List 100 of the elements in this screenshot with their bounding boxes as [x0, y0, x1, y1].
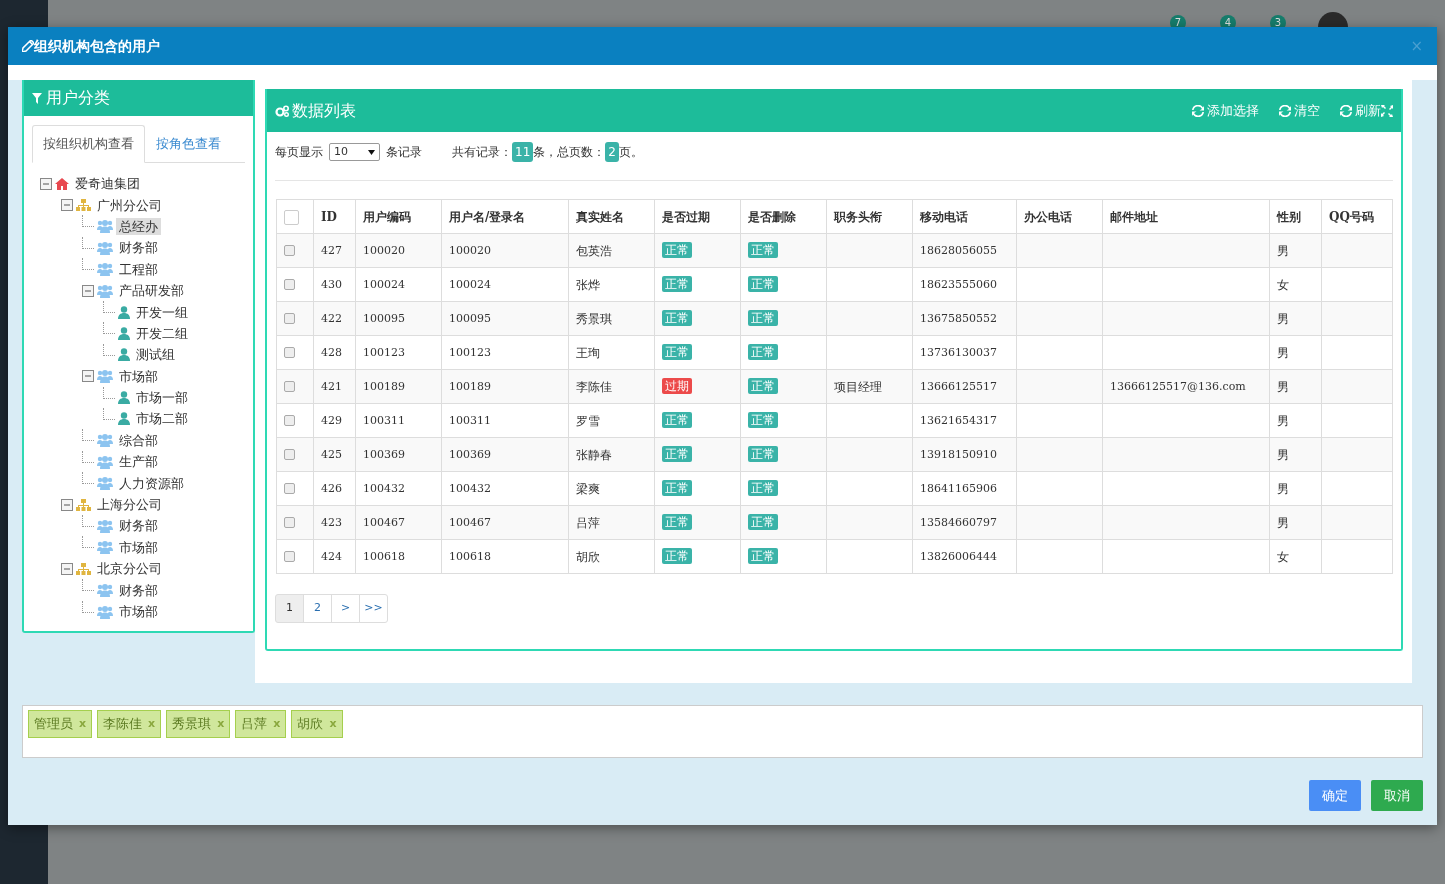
table-cell: 428	[313, 335, 356, 370]
tree-node[interactable]: 生产部	[116, 453, 161, 471]
column-header: QQ号码	[1321, 199, 1393, 234]
page-link[interactable]: 2	[303, 594, 332, 623]
tree-node[interactable]: 北京分公司	[94, 560, 165, 578]
row-checkbox[interactable]	[284, 245, 295, 256]
collapse-toggle-icon[interactable]	[82, 370, 94, 383]
tag-label: 胡欣	[297, 715, 324, 734]
table-cell: 张静春	[568, 437, 655, 472]
table-cell: 罗雪	[568, 403, 655, 438]
row-checkbox[interactable]	[284, 313, 295, 324]
tree-node[interactable]: 综合部	[116, 431, 161, 449]
refresh-icon	[1340, 104, 1352, 117]
tree-node[interactable]: 开发二组	[133, 324, 191, 342]
table-cell: 男	[1269, 403, 1322, 438]
table-cell: 男	[1269, 505, 1322, 540]
tree-node[interactable]: 财务部	[116, 581, 161, 599]
pencil-icon	[22, 40, 34, 52]
user-icon	[118, 391, 130, 405]
page-size-select[interactable]: 10	[329, 143, 380, 161]
table-cell: 13736130037	[912, 335, 1017, 370]
tree-node[interactable]: 总经办	[116, 217, 161, 235]
table-cell: 秀景琪	[568, 301, 655, 336]
filter-icon	[32, 92, 42, 104]
tree-node[interactable]: 工程部	[116, 260, 161, 278]
table-cell: 422	[313, 301, 356, 336]
row-checkbox[interactable]	[284, 381, 295, 392]
tree-node[interactable]: 人力资源部	[116, 474, 187, 492]
user-icon	[118, 326, 130, 340]
tree-node[interactable]: 财务部	[116, 239, 161, 257]
refresh-icon	[1192, 104, 1204, 117]
row-checkbox[interactable]	[284, 551, 295, 562]
status-badge: 正常	[662, 548, 692, 564]
column-header: 职务头衔	[826, 199, 913, 234]
tree-node[interactable]: 市场部	[116, 603, 161, 620]
table-cell: 男	[1269, 437, 1322, 472]
status-badge: 正常	[748, 548, 778, 564]
tree-node[interactable]: 财务部	[116, 517, 161, 535]
tag-label: 秀景琪	[172, 715, 212, 734]
row-checkbox[interactable]	[284, 279, 295, 290]
tree-node[interactable]: 开发一组	[133, 303, 191, 321]
users-icon	[97, 604, 113, 619]
pages-suffix: 页。	[618, 144, 643, 161]
page-link[interactable]: >	[331, 594, 360, 623]
row-checkbox[interactable]	[284, 415, 295, 426]
row-checkbox[interactable]	[284, 449, 295, 460]
users-icon	[97, 540, 113, 555]
collapse-toggle-icon[interactable]	[61, 199, 73, 212]
table-cell: 100369	[355, 437, 442, 472]
table-cell: 13675850552	[912, 301, 1017, 336]
collapse-toggle-icon[interactable]	[61, 562, 73, 575]
table-cell: 13826006444	[912, 539, 1017, 574]
tree-node[interactable]: 市场一部	[133, 389, 191, 407]
users-icon	[97, 433, 113, 448]
tag-label: 吕萍	[241, 715, 268, 734]
tree-node[interactable]: 广州分公司	[94, 196, 165, 214]
tab[interactable]: 按角色查看	[145, 125, 232, 163]
column-header: 性别	[1269, 199, 1322, 234]
table-cell: 421	[313, 369, 356, 404]
status-badge: 正常	[662, 480, 692, 496]
page-link[interactable]: 1	[275, 594, 304, 623]
collapse-toggle-icon[interactable]	[40, 177, 52, 190]
tree-node[interactable]: 市场部	[116, 538, 161, 556]
tab[interactable]: 按组织机构查看	[32, 125, 145, 163]
tree-node[interactable]: 爱奇迪集团	[72, 175, 143, 193]
status-badge: 正常	[748, 276, 778, 292]
status-badge: 正常	[748, 480, 778, 496]
pages-label: 条，总页数：	[533, 144, 606, 161]
table-cell: 李陈佳	[568, 369, 655, 404]
table-cell: 胡欣	[568, 539, 655, 574]
table-cell: 427	[313, 233, 356, 268]
table-cell: 100432	[355, 471, 442, 506]
row-checkbox[interactable]	[284, 483, 295, 494]
status-badge: 正常	[662, 344, 692, 360]
refresh-icon	[1279, 104, 1291, 117]
tree-node[interactable]: 产品研发部	[116, 282, 187, 300]
tree-node[interactable]: 市场部	[116, 367, 161, 385]
row-checkbox[interactable]	[284, 347, 295, 358]
table-cell: 100432	[441, 471, 569, 506]
record-count: 11	[512, 142, 534, 162]
fullscreen-icon[interactable]	[1381, 104, 1393, 117]
users-icon	[97, 369, 113, 384]
table-cell: 100369	[441, 437, 569, 472]
collapse-toggle-icon[interactable]	[82, 284, 94, 297]
status-badge: 正常	[748, 514, 778, 530]
tree-node[interactable]: 市场二部	[133, 410, 191, 428]
column-header: 是否过期	[654, 199, 741, 234]
row-checkbox[interactable]	[284, 517, 295, 528]
status-badge: 正常	[662, 242, 692, 258]
status-badge: 正常	[662, 412, 692, 428]
page-link[interactable]: >>	[359, 594, 388, 623]
column-header: 移动电话	[912, 199, 1017, 234]
table-cell: 423	[313, 505, 356, 540]
select-all-checkbox[interactable]	[284, 209, 299, 225]
total-label: 共有记录：	[452, 144, 512, 161]
users-icon	[97, 476, 113, 491]
tree-node[interactable]: 上海分公司	[94, 496, 165, 514]
table-cell: 100467	[441, 505, 569, 540]
collapse-toggle-icon[interactable]	[61, 498, 73, 511]
tree-node[interactable]: 测试组	[133, 346, 178, 364]
